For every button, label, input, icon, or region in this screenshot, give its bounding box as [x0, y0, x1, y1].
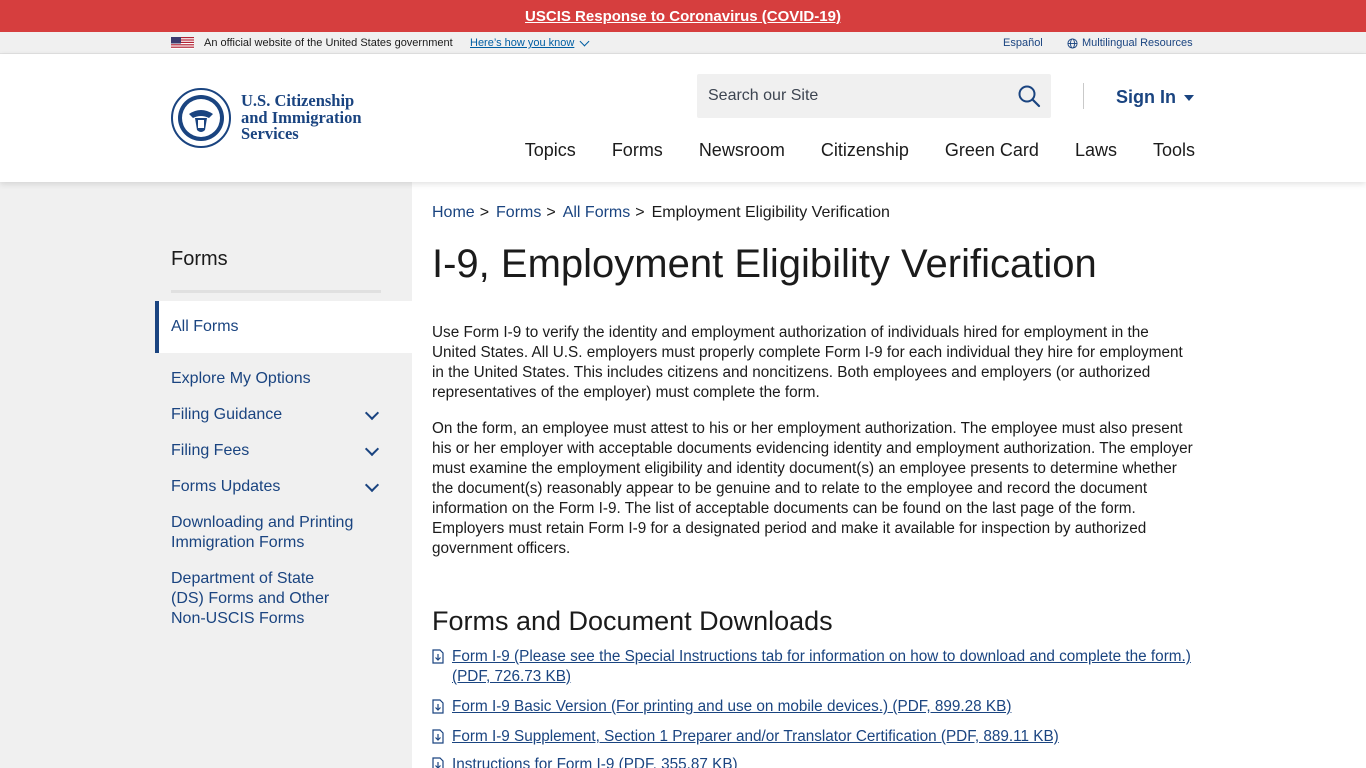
page-title: I-9, Employment Eligibility Verification: [432, 242, 1097, 286]
search-icon: [1018, 85, 1041, 108]
site-header: U.S. Citizenship and Immigration Service…: [0, 54, 1366, 182]
description-paragraph: On the form, an employee must attest to …: [432, 420, 1193, 557]
nav-laws[interactable]: Laws: [1075, 140, 1117, 161]
us-flag-icon: [171, 37, 194, 49]
download-link-form-i9[interactable]: Form I-9 (Please see the Special Instruc…: [452, 647, 1192, 687]
breadcrumb-home[interactable]: Home: [432, 204, 475, 222]
download-item: Form I-9 Supplement, Section 1 Preparer …: [432, 727, 1059, 747]
sidebar-item-ds-forms[interactable]: Department of State (DS) Forms and Other…: [171, 569, 351, 629]
sidebar-item-all-forms[interactable]: All Forms: [155, 301, 412, 353]
sidebar-title: Forms: [171, 248, 228, 270]
download-link-i9-supplement[interactable]: Form I-9 Supplement, Section 1 Preparer …: [452, 727, 1059, 747]
sidebar-divider: [171, 290, 381, 293]
official-site-text: An official website of the United States…: [204, 37, 453, 49]
breadcrumb-current: Employment Eligibility Verification: [651, 204, 890, 221]
download-item: Form I-9 (Please see the Special Instruc…: [432, 647, 1192, 687]
search-input[interactable]: [697, 74, 1007, 118]
breadcrumb-separator: >: [546, 204, 556, 221]
sign-in-label: Sign In: [1116, 87, 1176, 107]
nav-tools[interactable]: Tools: [1153, 140, 1195, 161]
file-download-icon: [432, 649, 444, 664]
gov-banner: An official website of the United States…: [0, 32, 1366, 54]
download-link-i9-instructions[interactable]: Instructions for Form I-9 (PDF, 355.87 K…: [452, 755, 738, 768]
sidebar-item-downloading-printing[interactable]: Downloading and Printing Immigration For…: [171, 513, 361, 553]
how-you-know-label: Here’s how you know: [470, 37, 575, 49]
download-item: Form I-9 Basic Version (For printing and…: [432, 697, 1011, 717]
main-nav: Topics Forms Newsroom Citizenship Green …: [525, 140, 1195, 161]
breadcrumb-forms[interactable]: Forms: [496, 204, 541, 222]
covid-alert-link[interactable]: USCIS Response to Coronavirus (COVID-19): [525, 8, 841, 25]
nav-newsroom[interactable]: Newsroom: [699, 140, 785, 161]
header-divider: [1083, 83, 1084, 109]
how-you-know-button[interactable]: Here’s how you know: [470, 36, 590, 49]
breadcrumb: Home > Forms > All Forms > Employment El…: [432, 204, 890, 222]
nav-green-card[interactable]: Green Card: [945, 140, 1039, 161]
breadcrumb-all-forms[interactable]: All Forms: [563, 204, 631, 222]
multilingual-label: Multilingual Resources: [1082, 37, 1193, 49]
intro-paragraph: Use Form I-9 to verify the identity and …: [432, 324, 1183, 401]
file-download-icon: [432, 699, 444, 714]
dhs-seal-icon: [171, 88, 231, 148]
sidebar-item-label[interactable]: All Forms: [171, 318, 239, 336]
nav-citizenship[interactable]: Citizenship: [821, 140, 909, 161]
sidebar-item-forms-updates[interactable]: Forms Updates: [171, 477, 391, 497]
sign-in-button[interactable]: Sign In: [1116, 87, 1194, 108]
downloads-heading: Forms and Document Downloads: [432, 606, 833, 636]
site-search: [697, 74, 1051, 118]
search-button[interactable]: [1017, 84, 1041, 108]
globe-icon: [1067, 37, 1078, 49]
logo-line: Services: [241, 124, 299, 144]
sidebar-item-filing-guidance[interactable]: Filing Guidance: [171, 405, 391, 425]
nav-forms[interactable]: Forms: [612, 140, 663, 161]
file-download-icon: [432, 757, 444, 768]
download-link-i9-basic[interactable]: Form I-9 Basic Version (For printing and…: [452, 697, 1011, 717]
espanol-link[interactable]: Español: [1003, 37, 1043, 49]
file-download-icon: [432, 729, 444, 744]
chevron-down-icon: [579, 36, 590, 46]
multilingual-resources-link[interactable]: Multilingual Resources: [1067, 37, 1193, 49]
alert-banner: USCIS Response to Coronavirus (COVID-19): [0, 0, 1366, 32]
logo-text: U.S. Citizenship and Immigration Service…: [241, 93, 362, 143]
breadcrumb-separator: >: [479, 204, 490, 221]
caret-down-icon: [1184, 94, 1194, 101]
download-item: Instructions for Form I-9 (PDF, 355.87 K…: [432, 755, 738, 768]
uscis-logo[interactable]: U.S. Citizenship and Immigration Service…: [171, 86, 376, 150]
sidebar-item-filing-fees[interactable]: Filing Fees: [171, 441, 391, 461]
sidebar: Forms All Forms Explore My Options Filin…: [0, 182, 412, 768]
breadcrumb-separator: >: [635, 204, 645, 221]
sidebar-item-explore-options[interactable]: Explore My Options: [171, 369, 391, 389]
nav-topics[interactable]: Topics: [525, 140, 576, 161]
